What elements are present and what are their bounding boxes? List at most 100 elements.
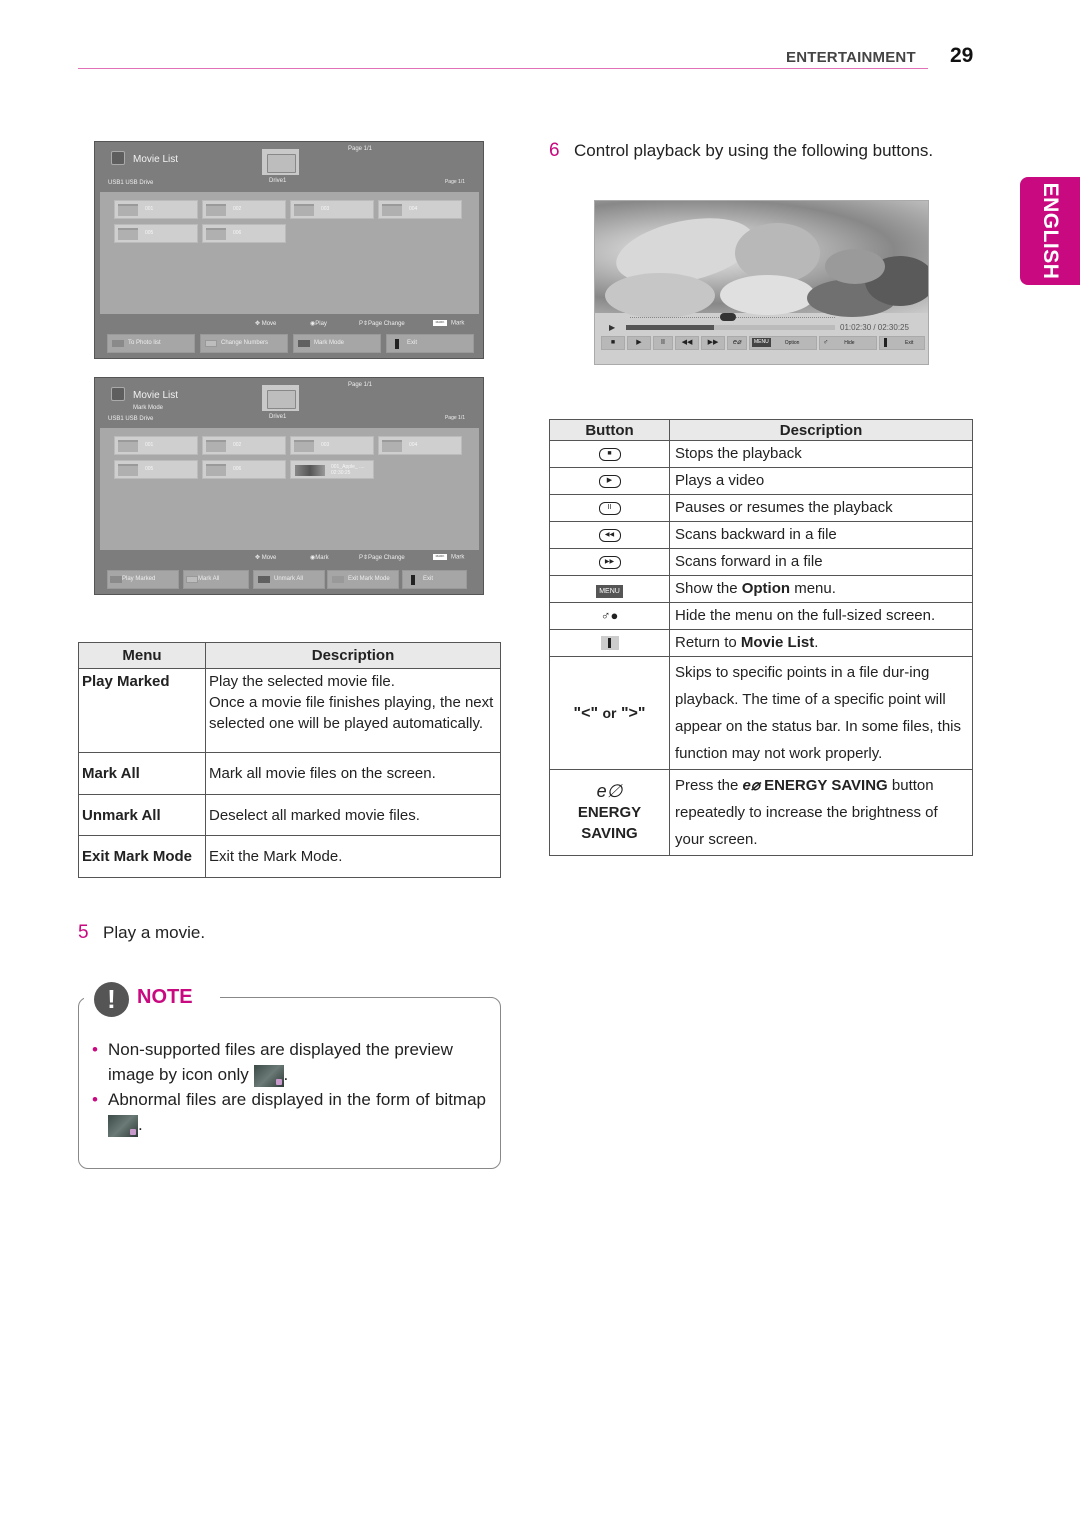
- fast-forward-button-icon: ▶▶: [598, 555, 621, 569]
- exit-button[interactable]: Exit: [402, 570, 467, 589]
- mark-hint-label: Mark: [451, 320, 465, 327]
- movie-list-logo-icon: [111, 151, 125, 165]
- step-6: 6 Control playback by using the followin…: [549, 140, 933, 162]
- energy-saving-cell: e∅ ENERGY SAVING: [549, 769, 670, 856]
- note-title: NOTE: [137, 986, 193, 1008]
- page-change-hint: P⇕Page Change: [359, 554, 405, 561]
- color-key-icon: [298, 340, 310, 347]
- folder-item[interactable]: 006: [202, 460, 286, 479]
- folder-item[interactable]: 004: [378, 200, 462, 219]
- column-header-description: Description: [669, 419, 973, 441]
- folder-item[interactable]: 005: [114, 460, 198, 479]
- skip-knob[interactable]: [720, 313, 736, 321]
- step-text: Play a movie.: [103, 923, 206, 942]
- mark-mode-button[interactable]: Mark Mode: [293, 334, 381, 353]
- time-readout: 01:02:30 / 02:30:25: [840, 323, 909, 332]
- exit-button[interactable]: Exit: [879, 336, 925, 350]
- folder-item[interactable]: 003: [290, 200, 374, 219]
- step-5: 5 Play a movie.: [78, 922, 205, 944]
- folder-icon: [382, 440, 402, 452]
- unmark-all-button[interactable]: Unmark All: [253, 570, 325, 589]
- menu-description: Play the selected movie file. Once a mov…: [205, 668, 501, 753]
- left-arrow-key-label: "<": [573, 704, 599, 722]
- button-label: Exit: [407, 340, 418, 346]
- drive-folder-icon[interactable]: [262, 149, 299, 175]
- stop-button[interactable]: ■: [601, 336, 625, 350]
- folder-item[interactable]: 002: [202, 436, 286, 455]
- hide-icon: ♂: [823, 339, 829, 346]
- hide-label: Hide: [844, 340, 855, 346]
- play-button[interactable]: ▶: [627, 336, 651, 350]
- folder-icon: [118, 464, 138, 476]
- mark-hint: MARK Mark: [433, 320, 464, 327]
- pause-button[interactable]: II: [653, 336, 673, 350]
- bullet-icon: •: [92, 1040, 98, 1059]
- step-number: 6: [549, 140, 560, 161]
- exit-button[interactable]: Exit: [386, 334, 474, 353]
- mark-all-button[interactable]: Mark All: [183, 570, 249, 589]
- folder-item[interactable]: 001: [114, 200, 198, 219]
- folder-name: 003: [321, 206, 330, 212]
- source-label: USB1 USB Drive: [108, 180, 154, 186]
- play-marked-button[interactable]: Play Marked: [107, 570, 179, 589]
- button-label: Play Marked: [122, 576, 156, 582]
- color-key-icon: [258, 576, 270, 583]
- move-hint-label: Move: [261, 555, 277, 561]
- table-row: e∅ ENERGY SAVING Press the e⌀ ENERGY SAV…: [549, 769, 973, 856]
- progress-bar[interactable]: [626, 325, 835, 330]
- description-text: menu.: [790, 580, 836, 597]
- pause-button-icon: II: [598, 501, 621, 515]
- table-row: ◀◀ Scans backward in a file: [549, 521, 973, 549]
- button-description-table: Button Description ■ Stops the playback …: [549, 419, 973, 856]
- energy-saving-button[interactable]: e⌀: [727, 336, 747, 350]
- move-icon: ✥: [255, 321, 262, 327]
- move-hint-label: Move: [261, 321, 277, 327]
- video-player: ▶ 01:02:30 / 02:30:25 ■ ▶ II ◀◀ ▶▶ e⌀ ME…: [594, 200, 929, 365]
- exit-mark-mode-button[interactable]: Exit Mark Mode: [327, 570, 399, 589]
- button-label: Change Numbers: [221, 340, 269, 346]
- fruit-shape: [720, 275, 815, 315]
- folder-item[interactable]: 004: [378, 436, 462, 455]
- mark-hint-label: Mark: [451, 554, 465, 561]
- color-key-icon: [186, 576, 198, 583]
- option-button[interactable]: MENU Option: [749, 336, 817, 350]
- drive-folder-icon[interactable]: [262, 385, 299, 411]
- column-header-description: Description: [205, 642, 501, 669]
- menu-description: Exit the Mark Mode.: [205, 835, 501, 878]
- button-label: Unmark All: [274, 576, 304, 582]
- folder-item[interactable]: 003: [290, 436, 374, 455]
- drive-label: Drive1: [269, 178, 287, 184]
- mark-button-icon: MARK: [433, 320, 447, 326]
- fruit-shape: [735, 223, 820, 283]
- folder-item[interactable]: 006: [202, 224, 286, 243]
- folder-name: 004: [409, 206, 418, 212]
- table-row: Exit Mark Mode Exit the Mark Mode.: [78, 835, 501, 878]
- folder-item[interactable]: 001: [114, 436, 198, 455]
- step-number: 5: [78, 922, 89, 943]
- page-indicator-right: Page 1/1: [444, 415, 465, 421]
- table-row: Return to Movie List.: [549, 629, 973, 657]
- description-text: Return to: [675, 634, 741, 651]
- hide-button[interactable]: ♂ Hide: [819, 336, 877, 350]
- table-row: MENU Show the Option menu.: [549, 575, 973, 603]
- rewind-button[interactable]: ◀◀: [675, 336, 699, 350]
- folder-name: 002: [233, 442, 242, 448]
- video-thumbnail: [295, 465, 325, 476]
- menu-name: Exit Mark Mode: [78, 835, 206, 878]
- play-hint-label: Play: [315, 321, 327, 327]
- unsupported-file-icon: [253, 1064, 284, 1087]
- move-icon: ✥: [255, 555, 262, 561]
- video-file-item[interactable]: 001_Apple_ .... 02:30:25: [290, 460, 374, 479]
- folder-item[interactable]: 005: [114, 224, 198, 243]
- table-row: "<" or ">" Skips to specific points in a…: [549, 656, 973, 770]
- column-header-menu: Menu: [78, 642, 206, 669]
- to-photo-list-button[interactable]: To Photo list: [107, 334, 195, 353]
- description-text: .: [814, 634, 819, 651]
- fast-forward-button[interactable]: ▶▶: [701, 336, 725, 350]
- screen-title: Movie List: [133, 154, 179, 165]
- change-numbers-button[interactable]: Change Numbers: [200, 334, 288, 353]
- or-label: or: [602, 704, 617, 721]
- mark-button-icon: MARK: [433, 554, 447, 560]
- folder-item[interactable]: 002: [202, 200, 286, 219]
- folder-name: 006: [233, 466, 242, 472]
